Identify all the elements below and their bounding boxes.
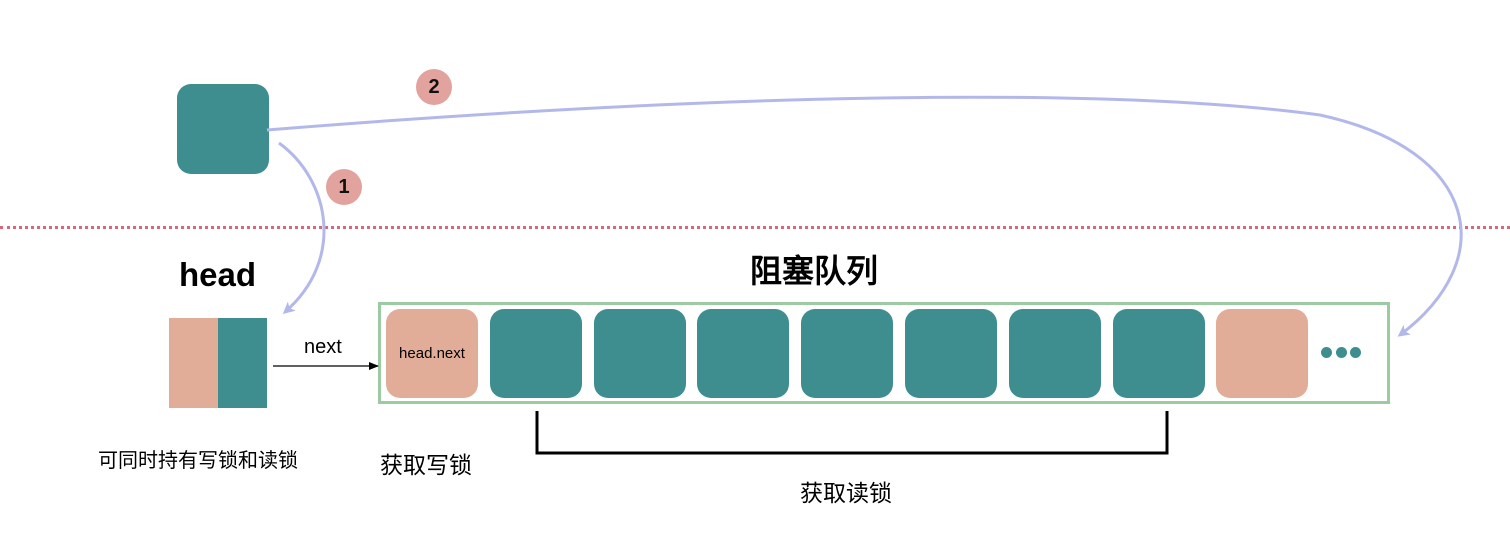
connectors — [266, 95, 1463, 455]
read-lock-bracket — [535, 411, 1169, 455]
arrow-step-1 — [278, 141, 326, 314]
arrow-step-2 — [266, 95, 1463, 337]
